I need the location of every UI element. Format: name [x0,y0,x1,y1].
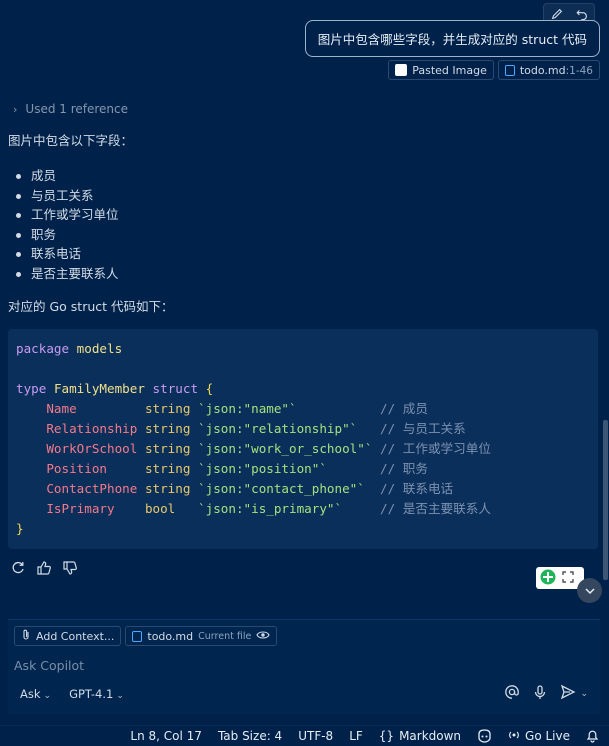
code-block[interactable]: package models type FamilyMember struct … [8,329,598,549]
mode-label: Ask [20,687,41,701]
user-message: 图片中包含哪些字段，并生成对应的 struct 代码 [304,20,600,57]
microphone-icon[interactable] [532,684,548,703]
tab-size[interactable]: Tab Size: 4 [218,729,282,743]
context-row: Add Context... todo.md Current file [14,626,278,646]
chat-input[interactable]: Ask Copilot [14,658,84,673]
code-line: } [16,521,24,536]
list-item: 联系电话 [14,244,119,264]
mode-select[interactable]: Ask ⌄ [20,687,51,701]
language-mode[interactable]: {} Markdown [379,729,461,743]
file-encoding[interactable]: UTF-8 [298,729,333,743]
model-select[interactable]: GPT-4.1 ⌄ [69,687,124,701]
code-line: package models [16,341,123,356]
cursor-position[interactable]: Ln 8, Col 17 [130,729,202,743]
field-list: 成员 与员工关系 工作或学习单位 职务 联系电话 是否主要联系人 [14,166,119,284]
code-line: Name string `json:"name"` // 成员 [46,401,428,416]
chevron-down-icon[interactable]: ⌄ [580,689,588,699]
answer-intro: 图片中包含以下字段： [8,133,134,148]
copilot-icon[interactable] [477,729,492,743]
language-label: Markdown [399,729,462,743]
list-item: 与员工关系 [14,186,119,206]
code-line: Position string `json:"position"` // 职务 [46,461,428,476]
add-context-label: Add Context... [36,629,115,643]
code-line: Relationship string `json:"relationship"… [46,421,466,436]
chat-input-area: Add Context... todo.md Current file Ask … [8,619,600,714]
go-live-label: Go Live [525,729,570,743]
attachment-list: Pasted Image todo.md:1-46 [388,60,600,80]
thumbs-down-icon[interactable] [62,560,78,579]
mode-row: Ask ⌄ GPT-4.1 ⌄ [20,687,124,701]
file-icon [132,630,143,642]
send-icon[interactable] [560,684,576,703]
send-row: ⌄ [504,684,588,703]
used-references-toggle[interactable]: › Used 1 reference [13,102,128,116]
code-intro: 对应的 Go struct 代码如下： [8,299,174,314]
code-line: IsPrimary bool `json:"is_primary"` // 是否… [46,501,491,516]
eye-icon[interactable] [256,630,270,643]
mention-icon[interactable] [504,684,520,703]
code-line: ContactPhone string `json:"contact_phone… [46,481,454,496]
model-label: GPT-4.1 [69,687,114,701]
chevron-down-icon: ⌄ [43,691,52,701]
scrollbar[interactable] [603,420,608,580]
chevron-right-icon: › [13,102,18,116]
chevron-down-icon: ⌄ [116,691,124,701]
response-actions [10,560,78,579]
thumbs-up-icon[interactable] [36,560,52,579]
list-item: 成员 [14,166,119,186]
current-file-chip[interactable]: todo.md Current file [125,626,278,646]
current-file-name: todo.md [147,629,194,643]
paperclip-icon [21,629,31,644]
scroll-down-button[interactable] [577,578,602,603]
attachment-todo-file[interactable]: todo.md:1-46 [497,60,600,80]
expand-icon [562,570,574,586]
attachment-label: Pasted Image [412,63,487,77]
code-line: type FamilyMember struct { [16,381,214,396]
current-file-note: Current file [198,630,252,642]
status-bar: Ln 8, Col 17 Tab Size: 4 UTF-8 LF {} Mark… [0,725,609,746]
app-logo-icon [540,569,556,588]
image-icon [395,64,408,76]
attachment-label: todo.md [519,63,566,77]
list-item: 职务 [14,225,119,245]
retry-icon[interactable] [10,560,26,579]
bell-icon[interactable] [586,729,599,743]
file-icon [504,64,515,76]
code-line: WorkOrSchool string `json:"work_or_schoo… [46,441,491,456]
chevron-down-icon [584,587,595,594]
end-of-line[interactable]: LF [349,729,363,743]
attachment-pasted-image[interactable]: Pasted Image [388,60,494,80]
add-context-button[interactable]: Add Context... [14,626,122,646]
reference-label: Used 1 reference [25,102,129,116]
go-live-button[interactable]: Go Live [508,729,570,744]
broadcast-icon [508,729,520,744]
braces-icon: {} [378,729,395,743]
list-item: 是否主要联系人 [14,264,119,284]
attachment-range: :1-46 [565,64,593,77]
list-item: 工作或学习单位 [14,205,119,225]
